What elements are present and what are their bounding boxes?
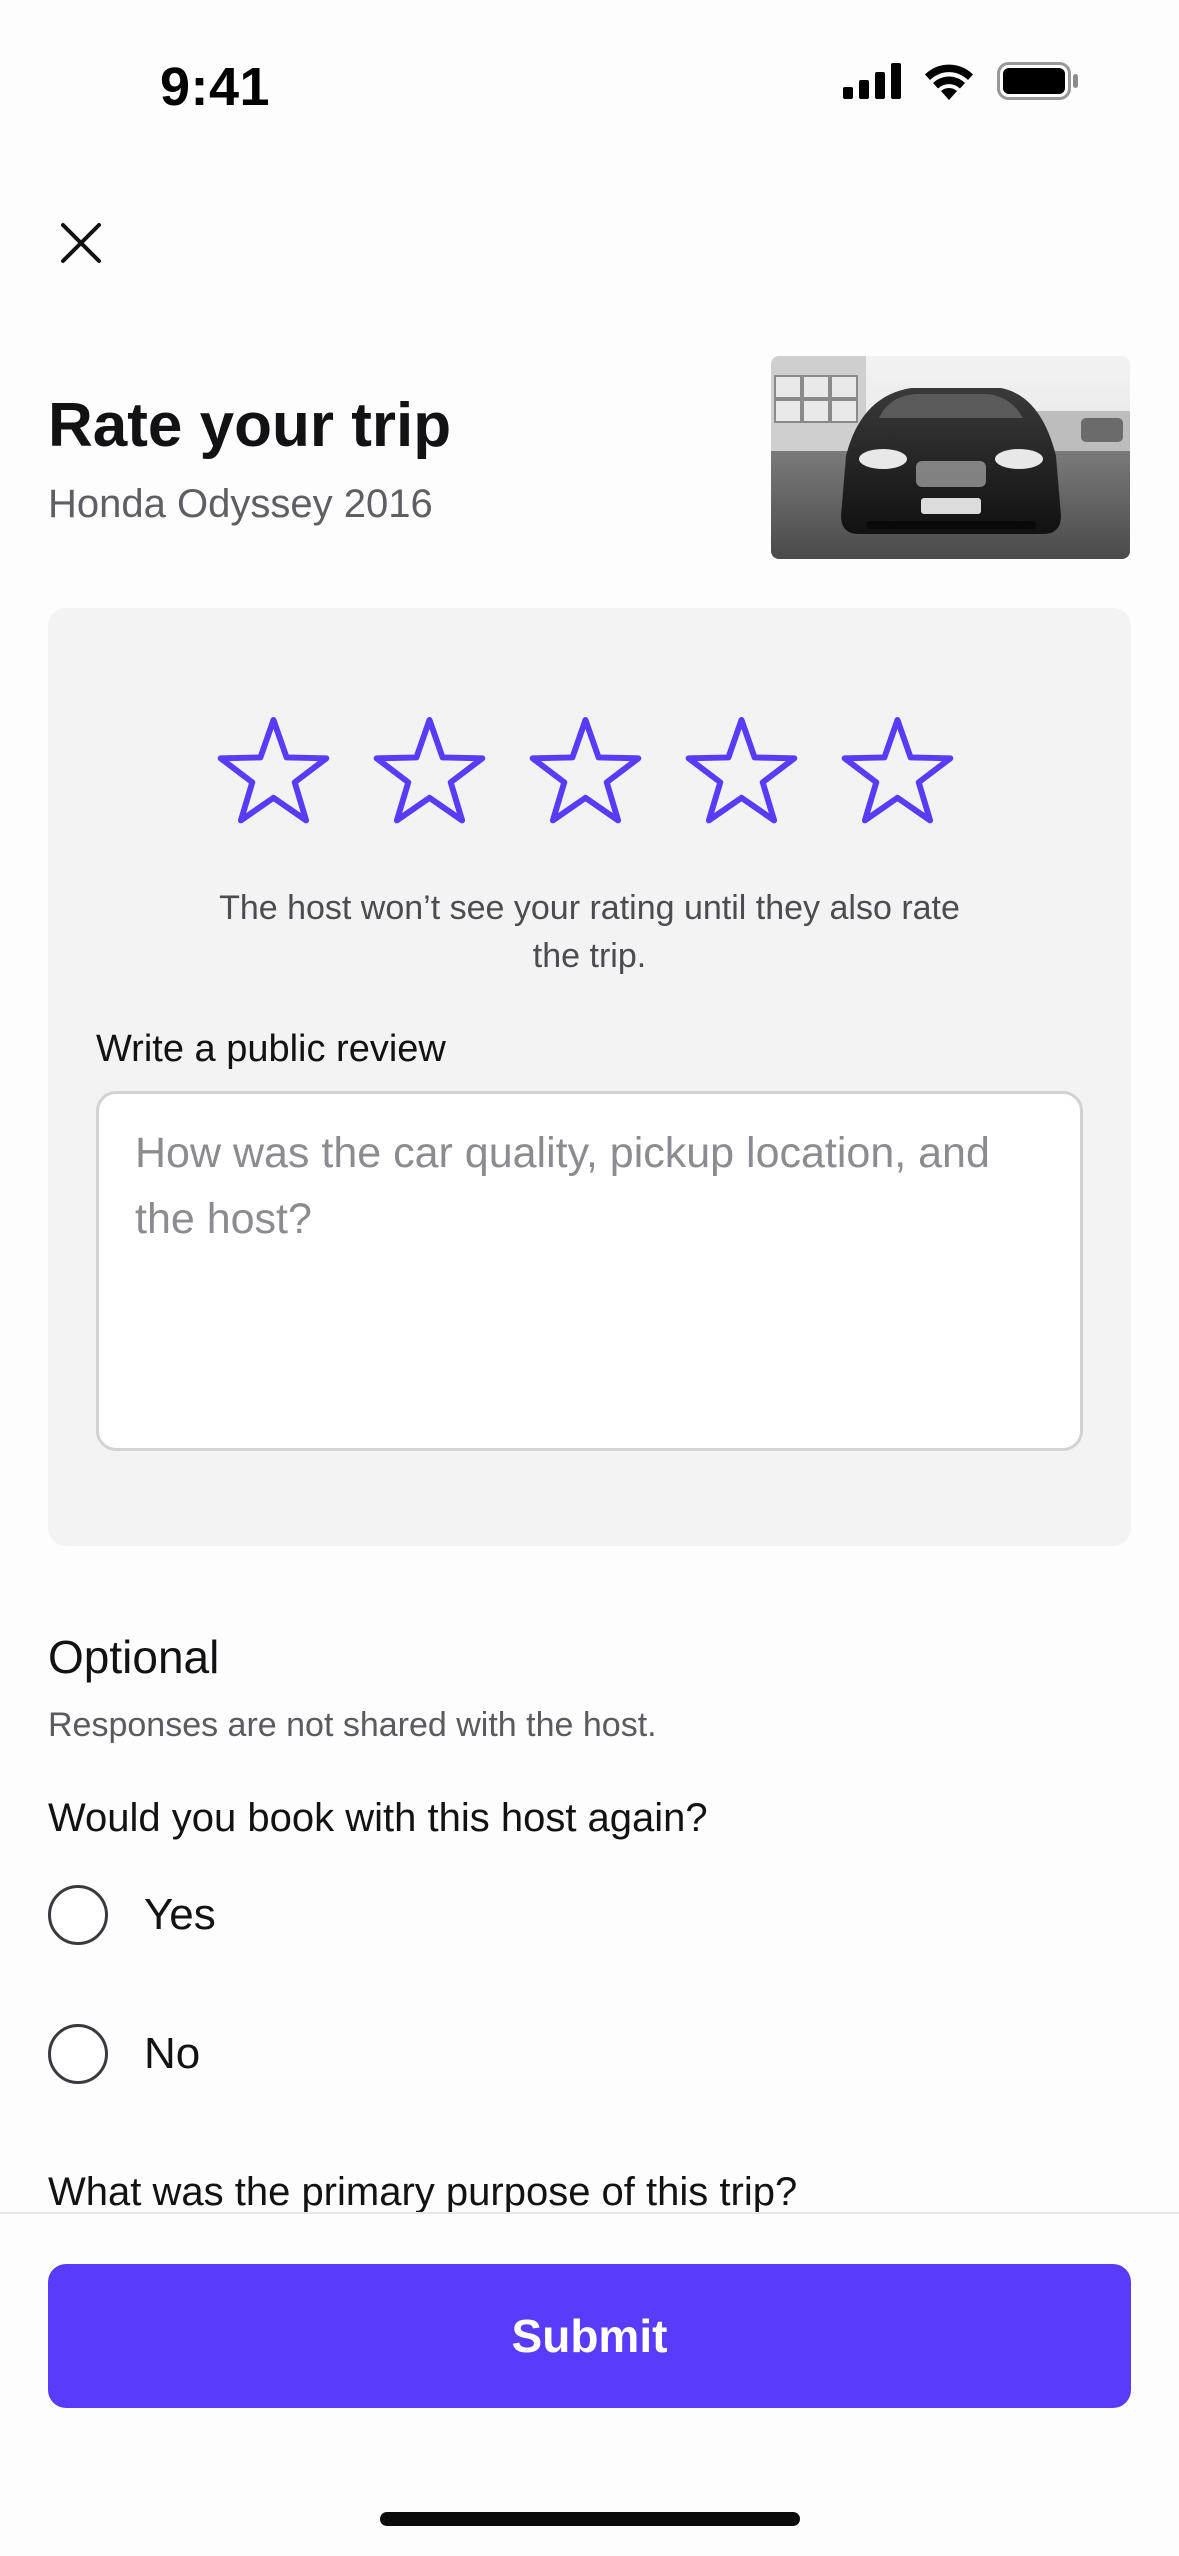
radio-yes-circle[interactable]: [48, 1885, 108, 1945]
star-4-icon[interactable]: [682, 716, 801, 829]
radio-no-circle[interactable]: [48, 2024, 108, 2084]
home-indicator: [380, 2512, 800, 2526]
star-3-icon[interactable]: [526, 716, 645, 829]
wifi-icon: [925, 64, 973, 100]
battery-icon: [997, 62, 1078, 100]
status-icons: [843, 62, 1079, 100]
star-rating[interactable]: [214, 716, 957, 829]
radio-option-yes[interactable]: Yes: [48, 1884, 216, 1946]
radio-yes-label: Yes: [144, 1890, 216, 1939]
trip-purpose-question-clip: What was the primary purpose of this tri…: [0, 2160, 1179, 2212]
status-time: 9:41: [160, 57, 271, 117]
optional-section-title: Optional: [48, 1631, 220, 1683]
close-button[interactable]: [48, 210, 114, 276]
star-2-icon[interactable]: [370, 716, 489, 829]
submit-button[interactable]: Submit: [48, 2264, 1131, 2408]
trip-purpose-question: What was the primary purpose of this tri…: [48, 2170, 798, 2212]
rating-visibility-note: The host won’t see your rating until the…: [48, 884, 1131, 980]
review-textarea[interactable]: How was the car quality, pickup location…: [96, 1091, 1083, 1451]
cellular-signal-icon: [843, 63, 901, 99]
car-photo: [771, 356, 1130, 559]
bottom-action-bar: Submit: [0, 2212, 1179, 2556]
review-placeholder: How was the car quality, pickup location…: [135, 1129, 990, 1243]
star-5-icon[interactable]: [838, 716, 957, 829]
vehicle-name: Honda Odyssey 2016: [48, 482, 433, 526]
status-bar: 9:41: [0, 0, 1179, 150]
rate-trip-screen: 9:41 Rate your trip Honda Odyssey 2016 T…: [0, 0, 1179, 2556]
radio-option-no[interactable]: No: [48, 2023, 200, 2085]
review-label: Write a public review: [96, 1028, 446, 1070]
radio-no-label: No: [144, 2029, 201, 2078]
optional-section-note: Responses are not shared with the host.: [48, 1706, 657, 1744]
book-again-question: Would you book with this host again?: [48, 1796, 708, 1840]
star-1-icon[interactable]: [214, 716, 333, 829]
page-title: Rate your trip: [48, 391, 452, 460]
close-icon: [61, 223, 101, 263]
rating-note-text: The host won’t see your rating until the…: [219, 889, 960, 975]
rating-card: The host won’t see your rating until the…: [48, 608, 1131, 1546]
